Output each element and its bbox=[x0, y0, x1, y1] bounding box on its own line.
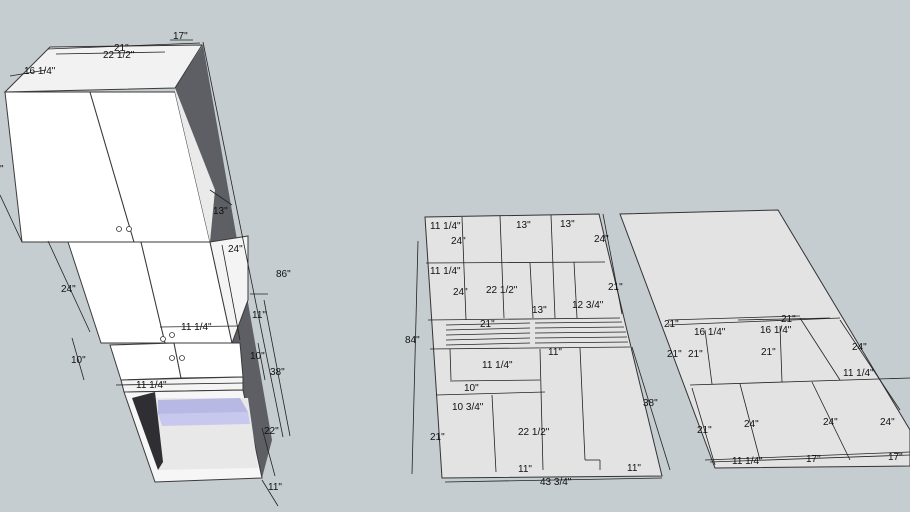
sb-dim-top-16-b: 16 1/4" bbox=[760, 325, 792, 336]
sb-dim-right-24: 24" bbox=[852, 342, 867, 353]
sb-dim-bot-17-b: 17" bbox=[888, 452, 903, 463]
sa-dim-r2-b: 24" bbox=[453, 287, 468, 298]
sa-dim-mid-11-1-4: 11 1/4" bbox=[482, 360, 513, 371]
cab-dim-drawer-side: 10" bbox=[250, 351, 265, 362]
sa-dim-mid-10: 10" bbox=[464, 383, 479, 394]
cabinet-base-shelf-top bbox=[158, 398, 248, 414]
sa-dim-r2-d: 21" bbox=[608, 282, 623, 293]
sketchup-viewport[interactable]: 21" 22 1/2" 17" 16 1/4" 86" " 13" 24" 24… bbox=[0, 0, 910, 512]
cab-dim-top-side: 16 1/4" bbox=[24, 66, 56, 77]
cab-dim-height-total: 86" bbox=[276, 269, 291, 280]
sa-dim-right-38: 38" bbox=[643, 398, 658, 409]
cab-dim-middle-height: 24" bbox=[61, 284, 76, 295]
middle-door-knob-right bbox=[169, 332, 175, 338]
cab-dim-middle-shelf: 11 1/4" bbox=[181, 322, 212, 333]
sb-dim-top-16-a: 16 1/4" bbox=[694, 327, 726, 338]
cab-dim-top-depth: 17" bbox=[173, 31, 188, 42]
sb-dim-low-24-b: 24" bbox=[823, 417, 838, 428]
cab-dim-left-upper: " bbox=[0, 164, 4, 175]
sb-dim-low-24-c: 24" bbox=[880, 417, 895, 428]
drawer-knob-left bbox=[169, 355, 175, 361]
sb-dim-bot-11: 11 1/4" bbox=[732, 456, 763, 467]
sa-dim-r2-f: 12 3/4" bbox=[572, 300, 604, 311]
drawer-knob-right bbox=[179, 355, 185, 361]
sa-dim-r1-b: 24" bbox=[451, 236, 466, 247]
sa-dim-low-22-1-2: 22 1/2" bbox=[518, 427, 550, 438]
sa-dim-r1-c: 13" bbox=[516, 220, 531, 231]
cab-dim-base-depth: 22" bbox=[264, 426, 279, 437]
cab-dim-lower-height: 38" bbox=[270, 367, 285, 378]
sb-dim-right-11: 11 1/4" bbox=[843, 368, 874, 379]
sa-dim-low-21: 21" bbox=[430, 432, 445, 443]
sa-dim-strip-11: 11" bbox=[548, 347, 562, 358]
cab-dim-base-bottom: 11" bbox=[268, 482, 282, 493]
cab-dim-small-side: 11" bbox=[252, 310, 266, 321]
cabinet-drawer-right bbox=[173, 342, 244, 379]
sa-dim-r2-e: 13" bbox=[532, 305, 547, 316]
cab-dim-side-middle: 24" bbox=[228, 244, 243, 255]
sb-dim-bot-17-a: 17" bbox=[806, 454, 821, 465]
middle-door-knob-left bbox=[160, 336, 166, 342]
sb-dim-top-21-b: 21" bbox=[781, 314, 796, 325]
cabinet-base-shelf bbox=[158, 412, 250, 426]
sb-dim-left-21-c: 21" bbox=[697, 425, 712, 436]
sb-dim-left-21-b: 21" bbox=[688, 349, 703, 360]
sa-dim-low-11-b: 11" bbox=[627, 463, 641, 474]
sb-dim-mid-21: 21" bbox=[761, 347, 776, 358]
sb-dim-left-21-a: 21" bbox=[667, 349, 682, 360]
sa-dim-width-bottom: 43 3/4" bbox=[540, 477, 572, 488]
sa-dim-low-10-3-4: 10 3/4" bbox=[452, 402, 484, 413]
sa-dim-r1-e: 24" bbox=[594, 234, 609, 245]
upper-door-knob-right bbox=[126, 226, 132, 232]
sa-dim-strip-21: 21" bbox=[480, 319, 495, 330]
cab-dim-drawer-height: 10" bbox=[71, 355, 86, 366]
sa-dim-low-11-a: 11" bbox=[518, 464, 532, 475]
sb-dim-top-21-a: 21" bbox=[664, 319, 679, 330]
sb-dim-low-24-a: 24" bbox=[744, 419, 759, 430]
sa-dim-r1-a: 11 1/4" bbox=[430, 221, 461, 232]
upper-door-knob-left bbox=[116, 226, 122, 232]
sa-dim-height: 84" bbox=[405, 335, 420, 346]
sa-dim-r2-c: 22 1/2" bbox=[486, 285, 518, 296]
sa-dim-r1-d: 13" bbox=[560, 219, 575, 230]
cab-dim-top-width-inner: 22 1/2" bbox=[103, 50, 135, 61]
cab-dim-drawer-width: 11 1/4" bbox=[136, 380, 167, 391]
cabinet-drawer-left bbox=[109, 342, 182, 381]
cab-dim-side-upper: 13" bbox=[213, 206, 228, 217]
sa-dim-r2-a: 11 1/4" bbox=[430, 266, 461, 277]
